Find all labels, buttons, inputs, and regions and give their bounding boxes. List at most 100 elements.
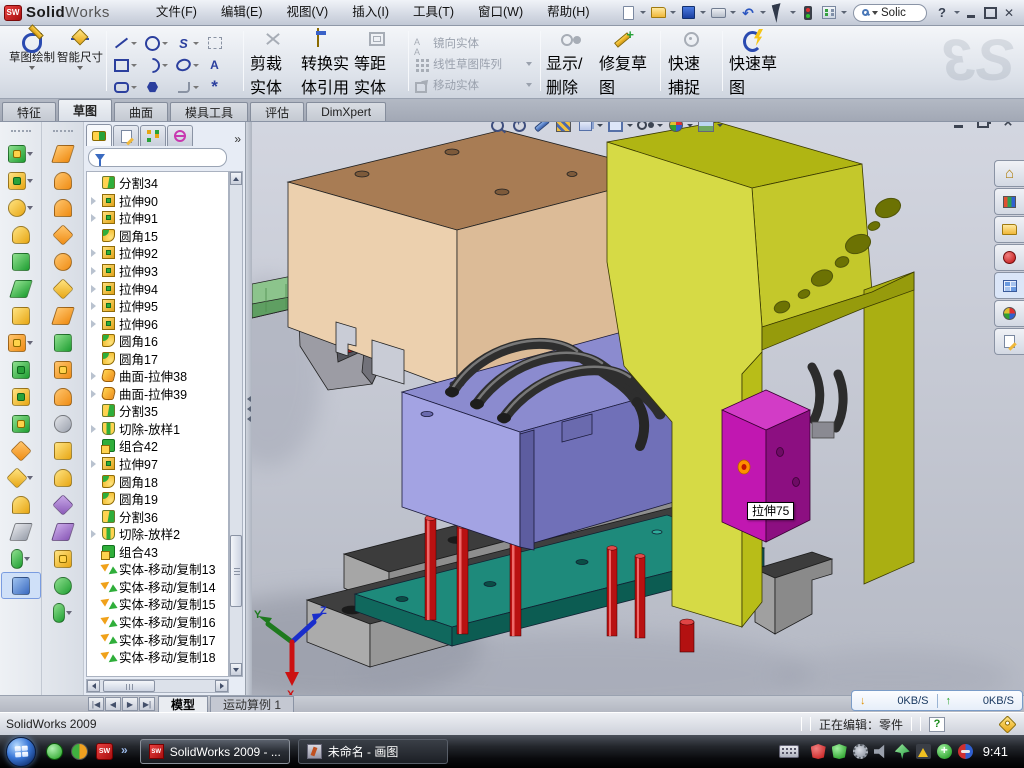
line-tool[interactable]	[111, 32, 142, 54]
update-gear-icon[interactable]	[853, 744, 868, 759]
search-input[interactable]: Solic	[853, 4, 927, 22]
new-caret[interactable]	[639, 4, 647, 22]
expand-arrow-icon[interactable]	[91, 301, 100, 310]
quick-tips-icon[interactable]: ?	[929, 717, 945, 732]
ribbon-tab[interactable]: 模具工具	[170, 102, 248, 121]
feature-tree-item[interactable]: 实体-移动/复制17	[87, 630, 228, 648]
mirror-entities-button[interactable]: 镜向实体	[414, 32, 532, 53]
rotate-view-icon[interactable]	[531, 122, 552, 135]
health-plus-icon[interactable]	[937, 744, 952, 759]
tab-property-manager[interactable]	[113, 125, 139, 146]
ribbon-tab[interactable]: 评估	[250, 102, 304, 121]
expand-arrow-icon[interactable]	[91, 284, 100, 293]
tab-configuration-manager[interactable]	[140, 125, 166, 146]
scroll-up-button[interactable]	[230, 172, 242, 185]
messenger-icon[interactable]	[46, 743, 63, 760]
feature-tree-item[interactable]: 组合42	[87, 437, 228, 455]
doc-restore-button[interactable]	[975, 122, 991, 129]
feature-tree-item[interactable]: 实体-移动/复制13	[87, 560, 228, 578]
trim-entities-button[interactable]: 剪裁实体	[248, 29, 298, 103]
security-shield-icon[interactable]	[832, 744, 847, 759]
feature-tree-item[interactable]: 圆角15	[87, 227, 228, 245]
tag-icon[interactable]	[998, 715, 1016, 733]
feature-tree-item[interactable]: 切除-放样1	[87, 420, 228, 438]
last-tab-button[interactable]: ▶|	[139, 697, 155, 711]
tab-feature-manager[interactable]	[86, 124, 112, 146]
feature-tree-item[interactable]: 拉伸94	[87, 279, 228, 297]
minimize-button[interactable]	[962, 5, 980, 21]
ribbon-tab[interactable]: 特征	[2, 102, 56, 121]
undo-icon[interactable]: ↶	[738, 4, 758, 22]
extruded-boss-icon[interactable]	[1, 140, 41, 167]
sketch-caret[interactable]	[29, 66, 35, 70]
feature-tree-item[interactable]: 组合43	[87, 542, 228, 560]
feature-tree-item[interactable]: 曲面-拉伸38	[87, 367, 228, 385]
menu-item[interactable]: 编辑(E)	[209, 0, 275, 25]
tab-dimxpert-manager[interactable]	[167, 125, 193, 146]
surface-knit-icon[interactable]	[43, 437, 83, 464]
taskbar-window-button[interactable]: 未命名 - 画图	[298, 739, 448, 764]
expand-arrow-icon[interactable]	[91, 459, 100, 468]
help-caret[interactable]	[953, 4, 961, 22]
feature-tree-item[interactable]: 实体-移动/复制18	[87, 648, 228, 666]
sync-pin-icon[interactable]	[895, 744, 910, 759]
expand-arrow-icon[interactable]	[91, 389, 100, 398]
rebuild-icon[interactable]	[798, 4, 818, 22]
surface-revolve-icon[interactable]	[43, 167, 83, 194]
dome-icon[interactable]	[1, 491, 41, 518]
zoom-fit-icon[interactable]	[487, 122, 508, 135]
model-tab[interactable]: 模型	[158, 696, 208, 712]
instant3d-icon[interactable]	[1, 572, 41, 599]
feature-tree-item[interactable]: 拉伸90	[87, 192, 228, 210]
hide-show-items-icon[interactable]	[635, 122, 656, 135]
extruded-cut-icon[interactable]	[1, 167, 41, 194]
undo-caret[interactable]	[759, 4, 767, 22]
options-caret[interactable]	[840, 4, 848, 22]
solidworks-quick-launch-icon[interactable]: SW	[96, 743, 113, 760]
save-icon[interactable]	[678, 4, 698, 22]
join-icon[interactable]	[1, 410, 41, 437]
home-tab[interactable]: ⌂	[994, 160, 1024, 187]
expand-arrow-icon[interactable]	[91, 266, 100, 275]
section-view-icon[interactable]	[553, 122, 574, 135]
feature-tree-item[interactable]: 拉伸93	[87, 262, 228, 280]
select-caret[interactable]	[789, 4, 797, 22]
menu-item[interactable]: 工具(T)	[401, 0, 466, 25]
surface-extend-icon[interactable]	[43, 329, 83, 356]
feature-tree-item[interactable]: 实体-移动/复制15	[87, 595, 228, 613]
draft-icon[interactable]	[1, 275, 41, 302]
scroll-right-button[interactable]	[215, 680, 228, 692]
view-orientation-icon[interactable]	[605, 122, 626, 135]
feature-tree-item[interactable]: 拉伸96	[87, 314, 228, 332]
close-button[interactable]: ✕	[1000, 5, 1018, 21]
surface-fill-icon[interactable]	[43, 248, 83, 275]
new-document-icon[interactable]	[618, 4, 638, 22]
doc-close-button[interactable]: ×	[1000, 122, 1016, 129]
surface-fold-icon[interactable]	[43, 545, 83, 572]
feature-tree-item[interactable]: 分割35	[87, 402, 228, 420]
quick-snaps-button[interactable]: 快速捕捉	[666, 29, 716, 103]
antivirus-icon[interactable]	[811, 744, 826, 759]
surface-sweep-icon[interactable]	[43, 140, 83, 167]
tree-horizontal-scrollbar[interactable]	[86, 679, 229, 693]
model-canvas[interactable]: Y Z X	[252, 122, 1024, 695]
scene-icon[interactable]	[695, 122, 716, 135]
surface-trim-icon[interactable]	[43, 383, 83, 410]
expand-arrow-icon[interactable]	[91, 424, 100, 433]
feature-tree-item[interactable]: 圆角19	[87, 490, 228, 508]
surface-replace-icon[interactable]	[43, 491, 83, 518]
volume-icon[interactable]	[874, 744, 889, 759]
surface-boundary-icon[interactable]	[43, 221, 83, 248]
surface-loft-icon[interactable]	[43, 194, 83, 221]
point-tool[interactable]: *	[204, 76, 235, 98]
fillet-icon[interactable]	[1, 194, 41, 221]
expand-arrow-icon[interactable]	[91, 529, 100, 538]
ribbon-tab[interactable]: DimXpert	[306, 102, 386, 121]
tree-filter-input[interactable]	[88, 148, 227, 167]
scroll-left-button[interactable]	[87, 680, 100, 692]
menu-item[interactable]: 视图(V)	[275, 0, 341, 25]
sketch-button[interactable]: 草图绘制	[8, 29, 56, 70]
help-icon[interactable]: ?	[932, 4, 952, 22]
smart-dimension-button[interactable]: 智能尺寸	[56, 29, 104, 70]
spiral-icon[interactable]	[1, 545, 41, 572]
